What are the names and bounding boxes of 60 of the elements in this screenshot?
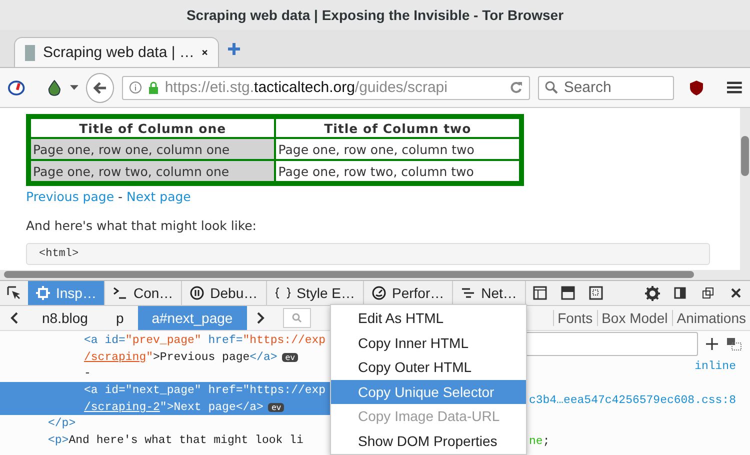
dropdown-icon[interactable] — [70, 85, 78, 90]
sidebar-tab[interactable]: Fonts — [552, 310, 597, 326]
window-title: Scraping web data | Exposing the Invisible - Tor Browser — [0, 0, 750, 30]
event-badge[interactable]: ev — [282, 352, 298, 362]
arrow-left-icon — [92, 80, 107, 94]
event-badge[interactable]: ev — [268, 402, 284, 412]
menu-item[interactable]: Show DOM Properties — [331, 428, 526, 453]
devtools-tab[interactable]: Debu… — [182, 281, 267, 305]
table-cell: Page one, row two, column two — [276, 161, 519, 181]
onion-icon[interactable] — [46, 78, 62, 96]
menu-icon[interactable] — [727, 81, 742, 94]
table-cell: Page one, row one, column two — [276, 139, 519, 159]
code-block: <html> — [26, 243, 710, 265]
gauge-icon — [372, 286, 386, 300]
menu-item[interactable]: Edit As HTML — [331, 306, 526, 330]
previous-page-link[interactable]: Previous page — [26, 189, 114, 204]
reload-icon[interactable] — [510, 81, 523, 94]
markup-line[interactable]: /scraping">Previous page</a> — [84, 350, 278, 364]
lines-icon — [461, 287, 476, 299]
next-page-link[interactable]: Next page — [126, 189, 191, 204]
breadcrumb[interactable]: p — [102, 306, 138, 330]
info-icon[interactable] — [128, 81, 142, 94]
plus-icon[interactable] — [706, 338, 718, 350]
menu-item[interactable]: Copy Inner HTML — [331, 330, 526, 355]
url-text: https://eti.stg.tacticaltech.org/guides/scrapi — [164, 79, 448, 96]
search-field[interactable]: Search — [538, 76, 674, 100]
close-icon[interactable] — [202, 48, 208, 57]
box-icon — [36, 286, 50, 300]
markup-line[interactable]: </p> — [48, 417, 76, 430]
vertical-scrollbar[interactable] — [740, 108, 750, 270]
console-icon — [113, 287, 128, 299]
property-value: ne; — [529, 435, 550, 448]
table-cell: Page one, row one, column one — [31, 139, 274, 159]
link-separator: - — [118, 189, 123, 204]
shield-icon[interactable] — [690, 80, 704, 96]
browser-tab[interactable]: Scraping web data | … — [14, 37, 219, 67]
paragraph: And here's what that might look like: — [26, 218, 258, 233]
column-header: Title of Column one — [31, 119, 274, 137]
markup-line[interactable]: - — [84, 367, 91, 380]
braces-icon — [274, 287, 291, 299]
breadcrumb[interactable]: n8.blog — [28, 306, 102, 330]
favicon-icon — [25, 44, 35, 60]
menu-item[interactable]: Copy Outer HTML — [331, 355, 526, 380]
search-icon — [292, 313, 302, 323]
s-logo-icon[interactable] — [8, 80, 25, 96]
back-button[interactable] — [86, 72, 114, 102]
horizontal-scrollbar[interactable] — [0, 270, 750, 280]
sidebar-tab[interactable]: Box Model — [596, 310, 672, 326]
pause-icon — [190, 286, 204, 300]
column-header: Title of Column two — [276, 119, 519, 137]
markup-line[interactable]: <a id="prev_page" href="https://exp — [84, 334, 326, 347]
sidebar-tab[interactable]: Animations — [672, 310, 750, 326]
markup-line[interactable]: <p>And here's what that might look li — [48, 434, 304, 447]
tab-title: Scraping web data | … — [42, 44, 194, 61]
search-icon — [544, 81, 558, 94]
lock-icon — [148, 81, 159, 94]
devtools-tab[interactable]: Con… — [105, 281, 182, 305]
copy-icon[interactable] — [726, 337, 742, 351]
url-field[interactable]: https://eti.stg.tacticaltech.org/guides/scrapi — [122, 76, 530, 100]
table-cell: Page one, row two, column one — [31, 161, 274, 181]
